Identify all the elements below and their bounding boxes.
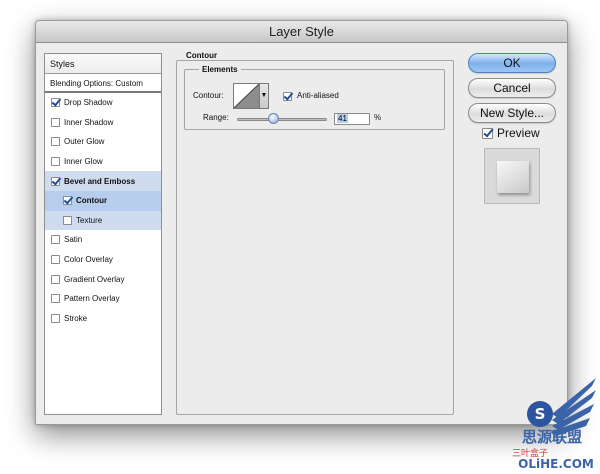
style-item-drop-shadow[interactable]: Drop Shadow — [45, 93, 161, 113]
style-item-gradient-overlay[interactable]: Gradient Overlay — [45, 269, 161, 289]
preview-label: Preview — [497, 126, 540, 140]
elements-title: Elements — [199, 65, 241, 74]
dialog-body: Styles Blending Options: Custom Drop Sha… — [35, 20, 568, 425]
style-item-label: Drop Shadow — [64, 98, 113, 108]
inner-glow-checkbox[interactable] — [51, 157, 60, 167]
contour-label: Contour: — [193, 91, 224, 100]
new-style-button[interactable]: New Style... — [468, 103, 556, 123]
outer-glow-checkbox[interactable] — [51, 137, 60, 147]
anti-aliased-label: Anti-aliased — [297, 91, 339, 100]
gradient-overlay-checkbox[interactable] — [51, 274, 60, 284]
texture-checkbox[interactable] — [63, 215, 72, 225]
range-slider-track[interactable] — [237, 118, 327, 121]
style-item-label: Satin — [64, 235, 83, 245]
style-item-contour[interactable]: Contour — [45, 190, 161, 211]
style-item-label: Bevel and Emboss — [64, 176, 136, 186]
range-unit: % — [374, 113, 382, 122]
style-item-label: Stroke — [64, 313, 88, 323]
style-item-label: Outer Glow — [64, 137, 105, 147]
watermark-sub-text: OLiHE.COM — [518, 457, 594, 471]
style-item-outer-glow[interactable]: Outer Glow — [45, 132, 161, 152]
contour-checkbox[interactable] — [63, 196, 72, 206]
range-value: 41 — [337, 114, 348, 123]
styles-list: Styles Blending Options: Custom Drop Sha… — [44, 53, 162, 415]
style-item-label: Color Overlay — [64, 255, 113, 265]
cancel-button[interactable]: Cancel — [468, 78, 556, 98]
color-overlay-checkbox[interactable] — [51, 255, 60, 265]
preview-swatch — [497, 161, 529, 193]
style-item-bevel-and-emboss[interactable]: Bevel and Emboss — [45, 171, 161, 191]
style-item-satin[interactable]: Satin — [45, 230, 161, 250]
style-item-inner-glow[interactable]: Inner Glow — [45, 152, 161, 172]
anti-aliased-checkbox[interactable] — [283, 92, 292, 101]
preview-checkbox[interactable] — [482, 128, 493, 139]
style-preview — [484, 148, 540, 204]
style-item-texture[interactable]: Texture — [45, 210, 161, 231]
style-item-inner-shadow[interactable]: Inner Shadow — [45, 113, 161, 133]
pattern-overlay-checkbox[interactable] — [51, 294, 60, 304]
stroke-checkbox[interactable] — [51, 313, 60, 323]
style-item-label: Contour — [76, 196, 108, 206]
ok-button[interactable]: OK — [468, 53, 556, 73]
contour-dropdown-arrow[interactable]: ▼ — [260, 83, 269, 109]
watermark-main-text: 思源联盟 — [522, 428, 582, 446]
satin-checkbox[interactable] — [51, 235, 60, 245]
inner-shadow-checkbox[interactable] — [51, 117, 60, 127]
style-item-pattern-overlay[interactable]: Pattern Overlay — [45, 289, 161, 309]
contour-picker[interactable] — [233, 83, 260, 109]
styles-header[interactable]: Styles — [45, 54, 161, 74]
contour-panel-title: Contour — [183, 51, 221, 60]
blending-options-item[interactable]: Blending Options: Custom — [45, 74, 161, 93]
watermark-logo: S 思源联盟 三叶盒子 OLiHE.COM — [512, 378, 596, 471]
style-item-label: Texture — [76, 215, 103, 225]
range-label: Range: — [203, 113, 229, 122]
style-item-label: Pattern Overlay — [64, 294, 120, 304]
style-item-label: Inner Shadow — [64, 117, 114, 127]
style-item-label: Inner Glow — [64, 157, 103, 167]
contour-curve-icon — [234, 84, 259, 108]
range-input[interactable]: 41 — [334, 113, 370, 125]
range-slider-thumb[interactable] — [268, 113, 279, 124]
svg-text:S: S — [535, 405, 546, 423]
style-item-stroke[interactable]: Stroke — [45, 309, 161, 329]
style-item-label: Gradient Overlay — [64, 274, 125, 284]
bevel-emboss-checkbox[interactable] — [51, 176, 60, 186]
drop-shadow-checkbox[interactable] — [51, 98, 60, 108]
style-item-color-overlay[interactable]: Color Overlay — [45, 250, 161, 270]
